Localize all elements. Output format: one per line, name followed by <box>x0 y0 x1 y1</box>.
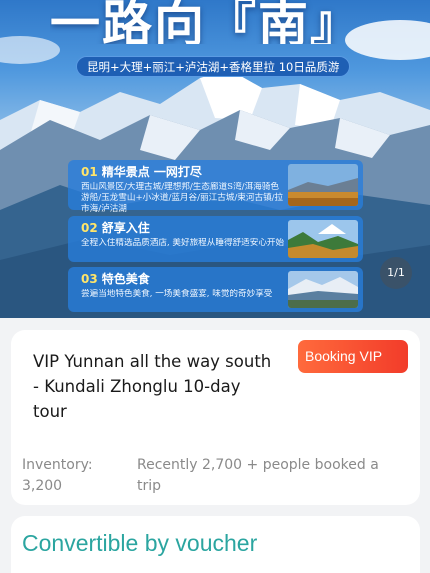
feature-photo-autumn-field <box>288 164 358 206</box>
feature-title: 舒享入住 <box>101 221 150 235</box>
feature-description: 全程入住精选品质酒店, 美好旅程从睡得舒适安心开始 <box>81 238 285 248</box>
hero-title: 一路向『南』 <box>50 0 362 44</box>
feature-number: 02 <box>81 221 98 235</box>
feature-title: 精华景点 一网打尽 <box>101 165 202 179</box>
booked-count-text: Recently 2,700 + people booked a trip <box>137 457 379 494</box>
feature-photo-forest <box>288 220 358 258</box>
image-pager: 1/1 <box>380 257 412 289</box>
feature-attractions: 01 精华景点 一网打尽 西山风景区/大理古城/理想邦/生态廊道S湾/洱海骑色游船… <box>68 160 363 214</box>
hero-banner[interactable]: 一路向『南』 昆明+大理+丽江+泸沽湖+香格里拉 10日品质游 01 精华景点 一… <box>0 0 430 318</box>
feature-title: 特色美食 <box>101 272 150 286</box>
feature-description: 尝遍当地特色美食, 一场美食盛宴, 味觉的奇妙享受 <box>81 289 273 299</box>
booking-vip-button[interactable]: Booking VIP <box>298 340 408 373</box>
inventory-value: 3,200 <box>22 478 63 494</box>
feature-description: 西山风景区/大理古城/理想邦/生态廊道S湾/洱海骑色游船/玉龙雪山+小冰道/蓝月… <box>81 182 284 214</box>
voucher-card[interactable]: Convertible by voucher <box>11 516 420 573</box>
route-badge: 昆明+大理+丽江+泸沽湖+香格里拉 10日品质游 <box>76 56 351 77</box>
product-info-card: VIP Yunnan all the way south - Kundali Z… <box>11 330 420 505</box>
voucher-title: Convertible by voucher <box>22 530 258 556</box>
feature-accommodation: 02 舒享入住 全程入住精选品质酒店, 美好旅程从睡得舒适安心开始 <box>68 216 363 262</box>
feature-number: 03 <box>81 272 98 286</box>
product-title: VIP Yunnan all the way south - Kundali Z… <box>33 352 272 421</box>
inventory-label: Inventory: <box>22 457 93 473</box>
feature-cuisine: 03 特色美食 尝遍当地特色美食, 一场美食盛宴, 味觉的奇妙享受 <box>68 267 363 312</box>
feature-photo-lake <box>288 271 358 308</box>
feature-number: 01 <box>81 165 98 179</box>
